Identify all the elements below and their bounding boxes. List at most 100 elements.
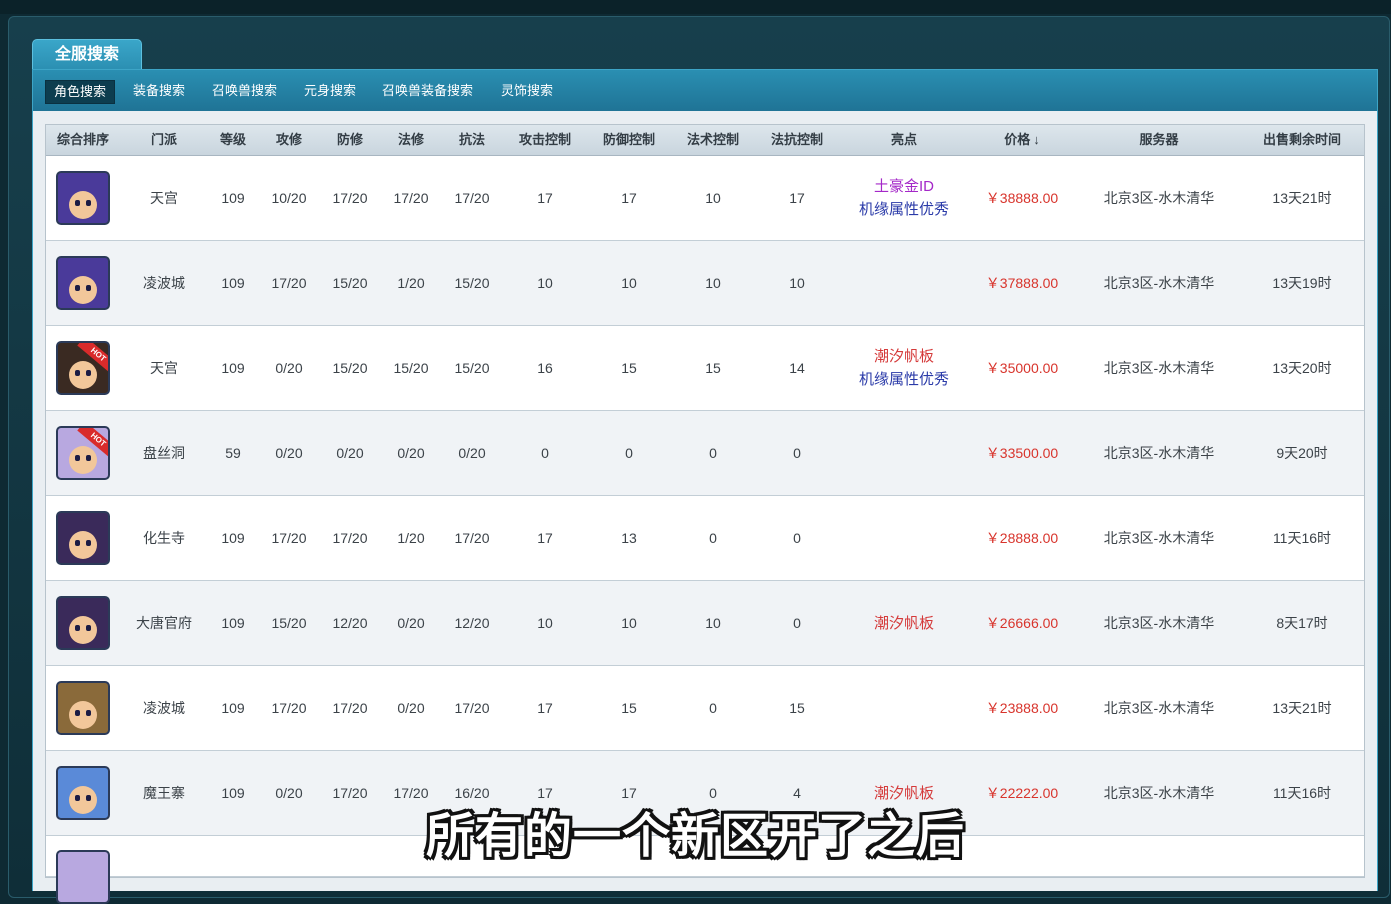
column-label: 防御控制 [602, 132, 655, 147]
col-level-cell: 109 [221, 700, 245, 716]
table-row[interactable]: HOT 天宫 109 0/20 15/20 15/20 15/20 16 15 15 14 潮汐帆板机… [46, 326, 1364, 411]
col-defense-control-cell: 10 [621, 275, 637, 291]
col-magic-resist-cell: 17/20 [454, 190, 490, 206]
col-price-cell: ￥35000.00 [985, 360, 1059, 376]
col-magic-cultivation-header: 法修 [380, 125, 442, 155]
col-spell-control-cell: 0 [709, 700, 717, 716]
col-resist-control-cell: 15 [789, 700, 805, 716]
col-time-left-cell: 11天16时 [1272, 530, 1332, 546]
col-level-cell: 109 [221, 275, 245, 291]
highlight-tag: 机缘属性优秀 [858, 201, 949, 218]
col-server-cell: 北京3区-水木清华 [1103, 360, 1215, 376]
table-row[interactable]: 天宫 109 10/20 17/20 17/20 17/20 17 17 10 17 土豪金ID 机缘… [46, 156, 1364, 241]
col-price-cell: ￥23888.00 [985, 700, 1059, 716]
col-level-header[interactable]: 等级 [206, 125, 260, 155]
col-rank-cell [46, 156, 120, 240]
col-magic-resist-cell: 15/20 [454, 360, 490, 376]
column-label: 攻击控制 [518, 132, 571, 147]
col-level-cell: 109 [221, 190, 245, 206]
table-row[interactable]: HOT 盘丝洞 59 0/20 0/20 0/20 0/20 0 0 0 0 ￥33500.00 北京3… [46, 411, 1364, 496]
col-defense-control-cell: 17 [621, 190, 637, 206]
col-server-cell: 北京3区-水木清华 [1103, 445, 1215, 461]
col-magic-resist-header: 抗法 [441, 125, 503, 155]
character-avatar[interactable] [56, 511, 110, 565]
highlight-tag: 机缘属性优秀 [858, 371, 949, 388]
character-avatar[interactable]: HOT [56, 426, 110, 480]
col-sect-cell: 化生寺 [143, 530, 185, 546]
col-attack-control-header: 攻击控制 [503, 125, 587, 155]
subnav-item-role-search[interactable]: 角色搜索 [45, 80, 116, 104]
col-highlights-header: 亮点 [841, 125, 967, 155]
column-label: 抗法 [458, 132, 485, 147]
col-highlights-cell: 土豪金ID 机缘属性优秀 [841, 156, 967, 240]
col-time-left-header[interactable]: 出售剩余时间 [1242, 125, 1362, 155]
col-price-cell: ￥26666.00 [985, 615, 1059, 631]
subnav-item-summon-search[interactable]: 召唤兽搜索 [204, 80, 285, 102]
col-defense-control-header: 防御控制 [587, 125, 671, 155]
col-attack-cultivation-cell: 0/20 [275, 360, 303, 376]
col-spell-control-header: 法术控制 [671, 125, 755, 155]
col-defense-cultivation-cell: 0/20 [336, 445, 364, 461]
col-attack-control-cell: 17 [537, 530, 553, 546]
col-highlights-cell [841, 241, 967, 325]
col-magic-resist-cell: 0/20 [458, 445, 486, 461]
col-server-cell: 北京3区-水木清华 [1103, 190, 1215, 206]
col-attack-control-cell: 16 [537, 360, 553, 376]
subnav-item-yuanshen-search[interactable]: 元身搜索 [296, 80, 364, 102]
character-avatar[interactable]: HOT [56, 341, 110, 395]
col-rank-cell: HOT [46, 326, 120, 410]
col-level-cell: 109 [221, 360, 245, 376]
tab-all-server-search[interactable]: 全服搜索 [32, 39, 142, 72]
subnav-item-ornament-search[interactable]: 灵饰搜索 [493, 80, 561, 102]
col-defense-control-cell: 15 [621, 360, 637, 376]
col-attack-cultivation-cell: 17/20 [271, 700, 307, 716]
subnav-item-summon-equip-search[interactable]: 召唤兽装备搜索 [374, 80, 481, 102]
character-avatar[interactable] [56, 171, 110, 225]
highlight-tag: 潮汐帆板 [873, 348, 934, 365]
col-level-cell: 109 [221, 530, 245, 546]
col-rank-cell: HOT [46, 411, 120, 495]
sort-down-icon[interactable]: ↓ [1033, 132, 1040, 147]
character-avatar[interactable] [56, 596, 110, 650]
col-time-left-cell: 13天19时 [1272, 275, 1332, 291]
col-defense-control-cell: 0 [625, 445, 633, 461]
col-magic-cultivation-cell: 0/20 [397, 615, 425, 631]
subnav-item-equipment-search[interactable]: 装备搜索 [125, 80, 193, 102]
col-server-cell: 北京3区-水木清华 [1103, 615, 1215, 631]
col-attack-control-cell: 17 [537, 190, 553, 206]
col-price-cell: ￥33500.00 [985, 445, 1059, 461]
col-server-cell: 北京3区-水木清华 [1103, 275, 1215, 291]
highlight-tag: 土豪金ID [873, 178, 934, 195]
column-label: 价格 [1004, 132, 1031, 147]
col-attack-cultivation-cell: 10/20 [271, 190, 307, 206]
character-avatar[interactable] [56, 681, 110, 735]
table-row[interactable]: 大唐官府 109 15/20 12/20 0/20 12/20 10 10 10 0 潮汐帆板 ￥26… [46, 581, 1364, 666]
top-stripe [0, 0, 1391, 14]
col-spell-control-cell: 10 [705, 190, 721, 206]
column-label: 法抗控制 [770, 132, 823, 147]
column-label: 门派 [150, 132, 177, 147]
col-sect-cell: 凌波城 [143, 275, 185, 291]
table-row[interactable]: 凌波城 109 17/20 17/20 0/20 17/20 17 15 0 15 ￥23888.0… [46, 666, 1364, 751]
column-label: 出售剩余时间 [1262, 132, 1341, 147]
table-row[interactable]: 凌波城 109 17/20 15/20 1/20 15/20 10 10 10 10 ￥37888.… [46, 241, 1364, 326]
col-defense-cultivation-header: 防修 [319, 125, 381, 155]
col-attack-control-cell: 0 [541, 445, 549, 461]
video-subtitle: 所有的一个新区开了之后 [425, 810, 965, 863]
col-attack-control-cell: 10 [537, 275, 553, 291]
character-avatar[interactable] [56, 256, 110, 310]
col-rank-cell [46, 666, 120, 750]
column-label: 等级 [219, 132, 246, 147]
col-resist-control-cell: 0 [793, 530, 801, 546]
col-rank-header[interactable]: 综合排序 [46, 125, 120, 155]
col-attack-cultivation-cell: 15/20 [271, 615, 307, 631]
col-server-cell: 北京3区-水木清华 [1103, 530, 1215, 546]
table-row[interactable]: 化生寺 109 17/20 17/20 1/20 17/20 17 13 0 0 ￥28888.00… [46, 496, 1364, 581]
col-price-header[interactable]: 价格 ↓ [971, 125, 1073, 155]
col-defense-cultivation-cell: 17/20 [332, 700, 368, 716]
col-spell-control-cell: 0 [709, 530, 717, 546]
col-highlights-cell [841, 496, 967, 580]
col-time-left-cell: 13天21时 [1272, 190, 1332, 206]
col-magic-cultivation-cell: 17/20 [393, 190, 429, 206]
col-sect-cell: 天宫 [150, 360, 178, 376]
